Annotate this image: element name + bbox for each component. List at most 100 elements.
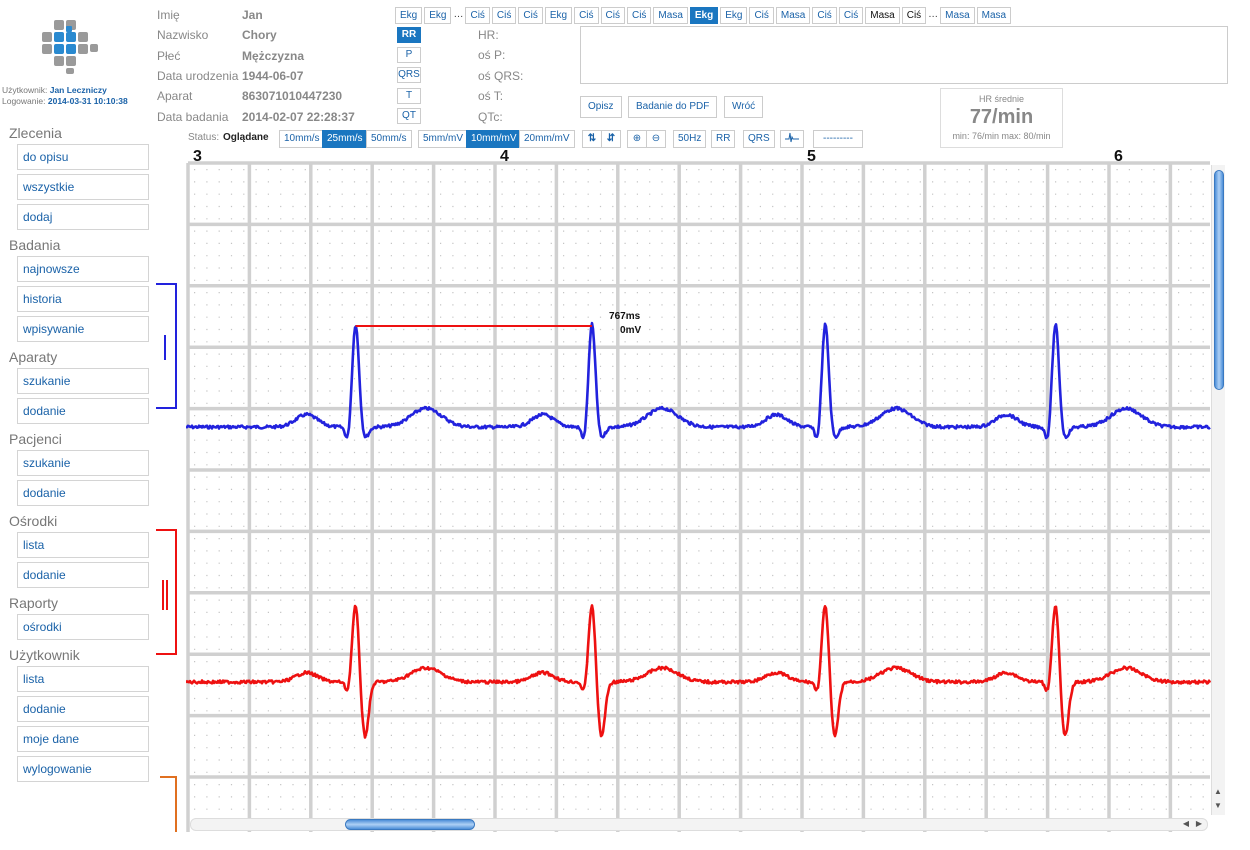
waveform-icon[interactable]: [780, 130, 804, 148]
history-tab[interactable]: Ciś: [901, 7, 927, 24]
scroll-right-arrow-icon[interactable]: ▶: [1193, 818, 1205, 830]
sidebar-item[interactable]: ośrodki: [17, 614, 149, 640]
history-tab[interactable]: Ciś: [600, 7, 625, 24]
gain-5-button[interactable]: 5mm/mV: [418, 130, 468, 148]
back-button[interactable]: Wróć: [724, 96, 764, 118]
gain-10-button[interactable]: 10mm/mV: [466, 130, 522, 148]
param-label: oś QRS:: [478, 69, 524, 83]
patient-field-label: Data urodzenia: [157, 69, 239, 83]
sidebar-item[interactable]: moje dane: [17, 726, 149, 752]
history-tab[interactable]: Masa: [976, 7, 1012, 24]
filter-50hz-button[interactable]: 50Hz: [673, 130, 707, 148]
status-value: Oglądane: [223, 132, 269, 143]
sidebar-item[interactable]: wylogowanie: [17, 756, 149, 782]
scroll-left-arrow-icon[interactable]: ◀: [1180, 818, 1192, 830]
user-name[interactable]: Jan Leczniczy: [50, 85, 107, 95]
sidebar-item[interactable]: dodanie: [17, 398, 149, 424]
patient-field-value: 863071010447230: [242, 89, 343, 103]
qrs-button[interactable]: QRS: [743, 130, 775, 148]
patient-field-label: Płeć: [157, 49, 181, 63]
ecg-chart[interactable]: 3 4 5 6 767ms 0mV: [186, 147, 1226, 832]
sidebar-item[interactable]: historia: [17, 286, 149, 312]
history-tab[interactable]: Ciś: [838, 7, 864, 24]
gain-20-button[interactable]: 20mm/mV: [519, 130, 575, 148]
wave-button[interactable]: P: [397, 47, 421, 63]
sidebar-item[interactable]: lista: [17, 532, 149, 558]
scroll-up-arrow-icon[interactable]: ▲: [1212, 786, 1224, 798]
ecg-grid-background: [188, 163, 1210, 832]
patient-field-value: 2014-02-07 22:28:37: [242, 110, 355, 124]
history-tab[interactable]: Ciś: [749, 7, 774, 24]
sidebar-item[interactable]: najnowsze: [17, 256, 149, 282]
patient-field-label: Imię: [157, 8, 180, 22]
zoom-out-icon[interactable]: ⊖: [646, 130, 666, 148]
patient-field-value: Chory: [242, 28, 277, 42]
zoom-in-icon[interactable]: ⊕: [627, 130, 647, 148]
describe-button[interactable]: Opisz: [580, 96, 622, 118]
history-tab[interactable]: Ekg: [689, 7, 719, 24]
sidebar-item[interactable]: dodanie: [17, 562, 149, 588]
hr-title: HR średnie: [978, 94, 1025, 104]
pdf-button[interactable]: Badanie do PDF: [628, 96, 718, 118]
move-up-icon[interactable]: ⇅: [582, 130, 602, 148]
sidebar-item[interactable]: lista: [17, 666, 149, 692]
sidebar-item[interactable]: dodaj: [17, 204, 149, 230]
sidebar-item[interactable]: szukanie: [17, 368, 149, 394]
horizontal-scroll-thumb[interactable]: [345, 819, 475, 830]
nav-section-title: Użytkownik: [9, 647, 80, 663]
history-tab[interactable]: Ekg: [424, 7, 452, 24]
hr-min: 76/min: [971, 131, 999, 141]
history-tab[interactable]: Ekg: [395, 7, 423, 24]
login-time: 2014-03-31 10:10:38: [47, 96, 128, 106]
history-tab[interactable]: Ciś: [812, 7, 837, 24]
history-tab[interactable]: Ciś: [626, 7, 652, 24]
scroll-down-arrow-icon[interactable]: ▼: [1212, 800, 1224, 812]
history-tab[interactable]: Ciś: [491, 7, 517, 24]
wave-button[interactable]: QRS: [397, 67, 421, 83]
speed-25-button[interactable]: 25mm/s: [322, 130, 368, 148]
speed-50-button[interactable]: 50mm/s: [366, 130, 412, 148]
history-tab[interactable]: Ciś: [574, 7, 599, 24]
wave-button[interactable]: QT: [397, 108, 421, 124]
hr-max: 80/min: [1023, 131, 1051, 141]
notes-textarea[interactable]: [580, 26, 1228, 84]
rr-button[interactable]: RR: [711, 130, 736, 148]
history-tab[interactable]: Ciś: [518, 7, 543, 24]
hr-average-box: HR średnie 77/min min: 76/min max: 80/mi…: [940, 88, 1063, 148]
sidebar-item[interactable]: szukanie: [17, 450, 149, 476]
sidebar-item[interactable]: dodanie: [17, 696, 149, 722]
history-tabs: Ekg Ekg… Ciś Ciś Ciś Ekg Ciś Ciś Ciś Masa Ekg Ekg Ci…: [395, 7, 1013, 25]
history-tab[interactable]: Masa: [940, 7, 975, 24]
history-tab[interactable]: Masa: [775, 7, 811, 24]
patient-field-label: Aparat: [157, 89, 193, 103]
sidebar-item[interactable]: do opisu: [17, 144, 149, 170]
wave-button[interactable]: T: [397, 88, 421, 104]
patient-field-label: Nazwisko: [157, 28, 209, 42]
nav-section-title: Zlecenia: [9, 125, 62, 141]
ecg-canvas[interactable]: 3 4 5 6 767ms 0mV: [186, 147, 1226, 832]
speed-10-button[interactable]: 10mm/s: [279, 130, 325, 148]
patient-field-value: Jan: [242, 8, 263, 22]
history-tab[interactable]: Ciś: [465, 7, 490, 24]
vertical-scroll-thumb[interactable]: [1214, 170, 1224, 390]
history-tab[interactable]: Masa: [865, 7, 900, 24]
horizontal-scrollbar[interactable]: [190, 818, 1208, 831]
sidebar-item[interactable]: dodanie: [17, 480, 149, 506]
dashes-button[interactable]: ---------: [813, 130, 863, 148]
sidebar-item[interactable]: wpisywanie: [17, 316, 149, 342]
wave-button[interactable]: RR: [397, 27, 421, 43]
user-info: Użytkownik: Jan Leczniczy Logowanie: 201…: [2, 85, 128, 107]
vertical-scrollbar[interactable]: [1211, 165, 1225, 815]
param-label: oś P:: [478, 48, 506, 62]
nav-section-title: Aparaty: [9, 349, 58, 365]
sidebar-item[interactable]: wszystkie: [17, 174, 149, 200]
login-label: Logowanie:: [2, 96, 46, 106]
history-tab[interactable]: Ekg: [544, 7, 573, 24]
history-tab[interactable]: Ekg: [720, 7, 748, 24]
calibration-markers: [156, 283, 177, 832]
nav-section-title: Ośrodki: [9, 513, 58, 529]
rr-measure-amplitude: 0mV: [620, 325, 641, 336]
nav-section-title: Pacjenci: [9, 431, 62, 447]
history-tab[interactable]: Masa: [653, 7, 688, 24]
move-down-icon[interactable]: ⇵: [601, 130, 621, 148]
